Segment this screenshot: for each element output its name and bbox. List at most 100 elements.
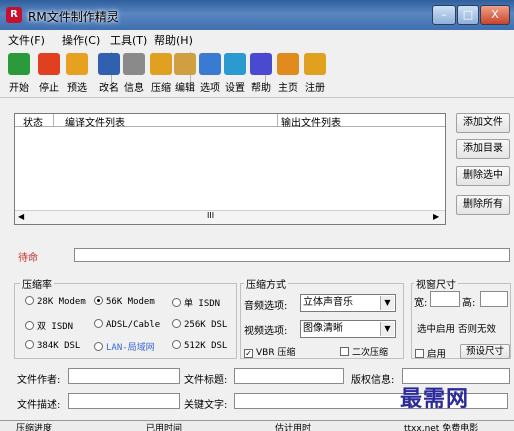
compress-toolbar-label: 压缩 — [151, 83, 171, 94]
radio-single-isdn[interactable]: 单 ISDN — [172, 296, 220, 309]
radio-dual-isdn-label: 双 ISDN — [37, 322, 74, 332]
radio-256k[interactable]: 256K DSL — [172, 319, 227, 330]
status-estimated: 估计用时 — [275, 424, 312, 431]
options-toolbar-button[interactable]: 选项 — [197, 50, 223, 94]
radio-dot[interactable] — [25, 296, 34, 305]
checkbox-box[interactable]: ✓ — [244, 349, 253, 358]
compress-mode-title: 压缩方式 — [244, 276, 288, 291]
close-button[interactable]: X — [480, 5, 510, 25]
start-toolbar-label: 开始 — [9, 83, 29, 94]
video-option-label: 视频选项: — [244, 326, 288, 337]
rename-toolbar-button[interactable]: 改名 — [96, 50, 122, 94]
menu-tools[interactable]: 工具(T) — [110, 32, 147, 48]
stop-icon — [38, 53, 60, 75]
rename-one-icon — [98, 53, 120, 75]
audio-option-value: 立体声音乐 — [303, 297, 353, 308]
radio-lan[interactable]: LAN-局域网 — [94, 340, 155, 353]
preview-toolbar-label: 预选 — [67, 83, 87, 94]
menu-file[interactable]: 文件(F) — [8, 32, 45, 48]
scroll-grip[interactable]: III — [207, 211, 214, 220]
radio-384k-label: 384K DSL — [37, 341, 81, 351]
radio-dot[interactable] — [25, 340, 34, 349]
delete-selected-button[interactable]: 删除选中 — [456, 166, 510, 186]
menu-help[interactable]: 帮助(H) — [154, 32, 193, 48]
radio-dot[interactable] — [25, 321, 34, 330]
preset-size-button[interactable]: 预设尺寸 — [460, 344, 510, 359]
radio-256k-label: 256K DSL — [184, 320, 228, 330]
add-folder-button[interactable]: 添加目录 — [456, 139, 510, 159]
checkbox-box[interactable] — [340, 347, 349, 356]
title-input[interactable] — [234, 368, 344, 384]
register-toolbar-button[interactable]: 注册 — [302, 50, 328, 94]
radio-512k-label: 512K DSL — [184, 341, 228, 351]
settings-toolbar-button[interactable]: 设置 — [222, 50, 248, 94]
radio-28k[interactable]: 28K Modem — [25, 296, 86, 307]
video-option-select[interactable]: 图像清晰 ▼ — [300, 320, 396, 338]
add-file-button[interactable]: 添加文件 — [456, 113, 510, 133]
width-input[interactable] — [430, 291, 460, 307]
col-divider — [53, 114, 54, 127]
width-label: 宽: — [414, 298, 428, 309]
vbr-label: VBR 压缩 — [256, 348, 296, 358]
col-status[interactable]: 状态 — [23, 114, 43, 129]
menu-operation[interactable]: 操作(C) — [62, 32, 100, 48]
vbr-checkbox[interactable]: ✓ VBR 压缩 — [244, 345, 295, 358]
copyright-label: 版权信息: — [351, 375, 395, 386]
start-toolbar-button[interactable]: 开始 — [6, 50, 32, 94]
chevron-down-icon[interactable]: ▼ — [380, 322, 394, 336]
compress-rate-title: 压缩率 — [20, 276, 54, 291]
home-toolbar-button[interactable]: 主页 — [275, 50, 301, 94]
help-toolbar-button[interactable]: 帮助 — [248, 50, 274, 94]
keyword-label: 关键文字: — [184, 400, 228, 411]
height-input[interactable] — [480, 291, 508, 307]
col-output[interactable]: 输出文件列表 — [281, 114, 341, 129]
delete-all-button[interactable]: 删除所有 — [456, 195, 510, 215]
radio-dot[interactable] — [172, 298, 181, 307]
options-page-icon — [199, 53, 221, 75]
preview-toolbar-button[interactable]: 预选 — [64, 50, 90, 94]
chevron-down-icon[interactable]: ▼ — [380, 296, 394, 310]
radio-dot[interactable] — [94, 296, 103, 305]
radio-adsl[interactable]: ADSL/Cable — [94, 319, 160, 330]
radio-384k[interactable]: 384K DSL — [25, 340, 80, 351]
minimize-button[interactable]: – — [432, 5, 456, 25]
options-toolbar-label: 选项 — [200, 83, 220, 94]
enable-size-checkbox[interactable]: 启用 — [415, 346, 446, 360]
settings-toolbar-label: 设置 — [225, 83, 245, 94]
radio-adsl-label: ADSL/Cable — [106, 320, 161, 330]
edit-toolbar-label: 编辑 — [175, 83, 195, 94]
scroll-left-icon[interactable]: ◀ — [18, 212, 24, 221]
info-toolbar-button[interactable]: 信息 — [121, 50, 147, 94]
radio-dual-isdn[interactable]: 双 ISDN — [25, 319, 73, 332]
window-size-hint: 选中启用 否则无效 — [417, 324, 497, 335]
radio-dot[interactable] — [172, 319, 181, 328]
radio-single-isdn-label: 单 ISDN — [184, 299, 221, 309]
scroll-right-icon[interactable]: ▶ — [433, 212, 439, 221]
window-size-title: 视窗尺寸 — [414, 276, 458, 291]
stop-toolbar-label: 停止 — [39, 83, 59, 94]
two-pass-checkbox[interactable]: 二次压缩 — [340, 345, 388, 358]
radio-dot[interactable] — [94, 342, 103, 351]
radio-56k[interactable]: 56K Modem — [94, 296, 155, 307]
radio-512k[interactable]: 512K DSL — [172, 340, 227, 351]
file-list[interactable]: 状态 编译文件列表 输出文件列表 ◀ III ▶ — [14, 113, 446, 225]
description-label: 文件描述: — [17, 400, 61, 411]
video-option-value: 图像清晰 — [303, 323, 343, 334]
col-source[interactable]: 编译文件列表 — [65, 114, 125, 129]
audio-option-label: 音频选项: — [244, 301, 288, 312]
radio-dot[interactable] — [94, 319, 103, 328]
edit-toolbar-button[interactable]: 编辑 — [172, 50, 198, 94]
checkbox-box[interactable] — [415, 349, 424, 358]
stop-toolbar-button[interactable]: 停止 — [36, 50, 62, 94]
compress-toolbar-button[interactable]: 压缩 — [148, 50, 174, 94]
horizontal-scrollbar[interactable]: ◀ III ▶ — [15, 210, 445, 224]
status-elapsed: 已用时间 — [146, 424, 183, 431]
audio-option-select[interactable]: 立体声音乐 ▼ — [300, 294, 396, 312]
radio-dot[interactable] — [172, 340, 181, 349]
description-input[interactable] — [68, 393, 180, 409]
maximize-button[interactable]: □ — [457, 5, 479, 25]
author-input[interactable] — [68, 368, 180, 384]
compress-funnel-icon — [150, 53, 172, 75]
col-divider — [277, 114, 278, 127]
rename-toolbar-label: 改名 — [99, 83, 119, 94]
